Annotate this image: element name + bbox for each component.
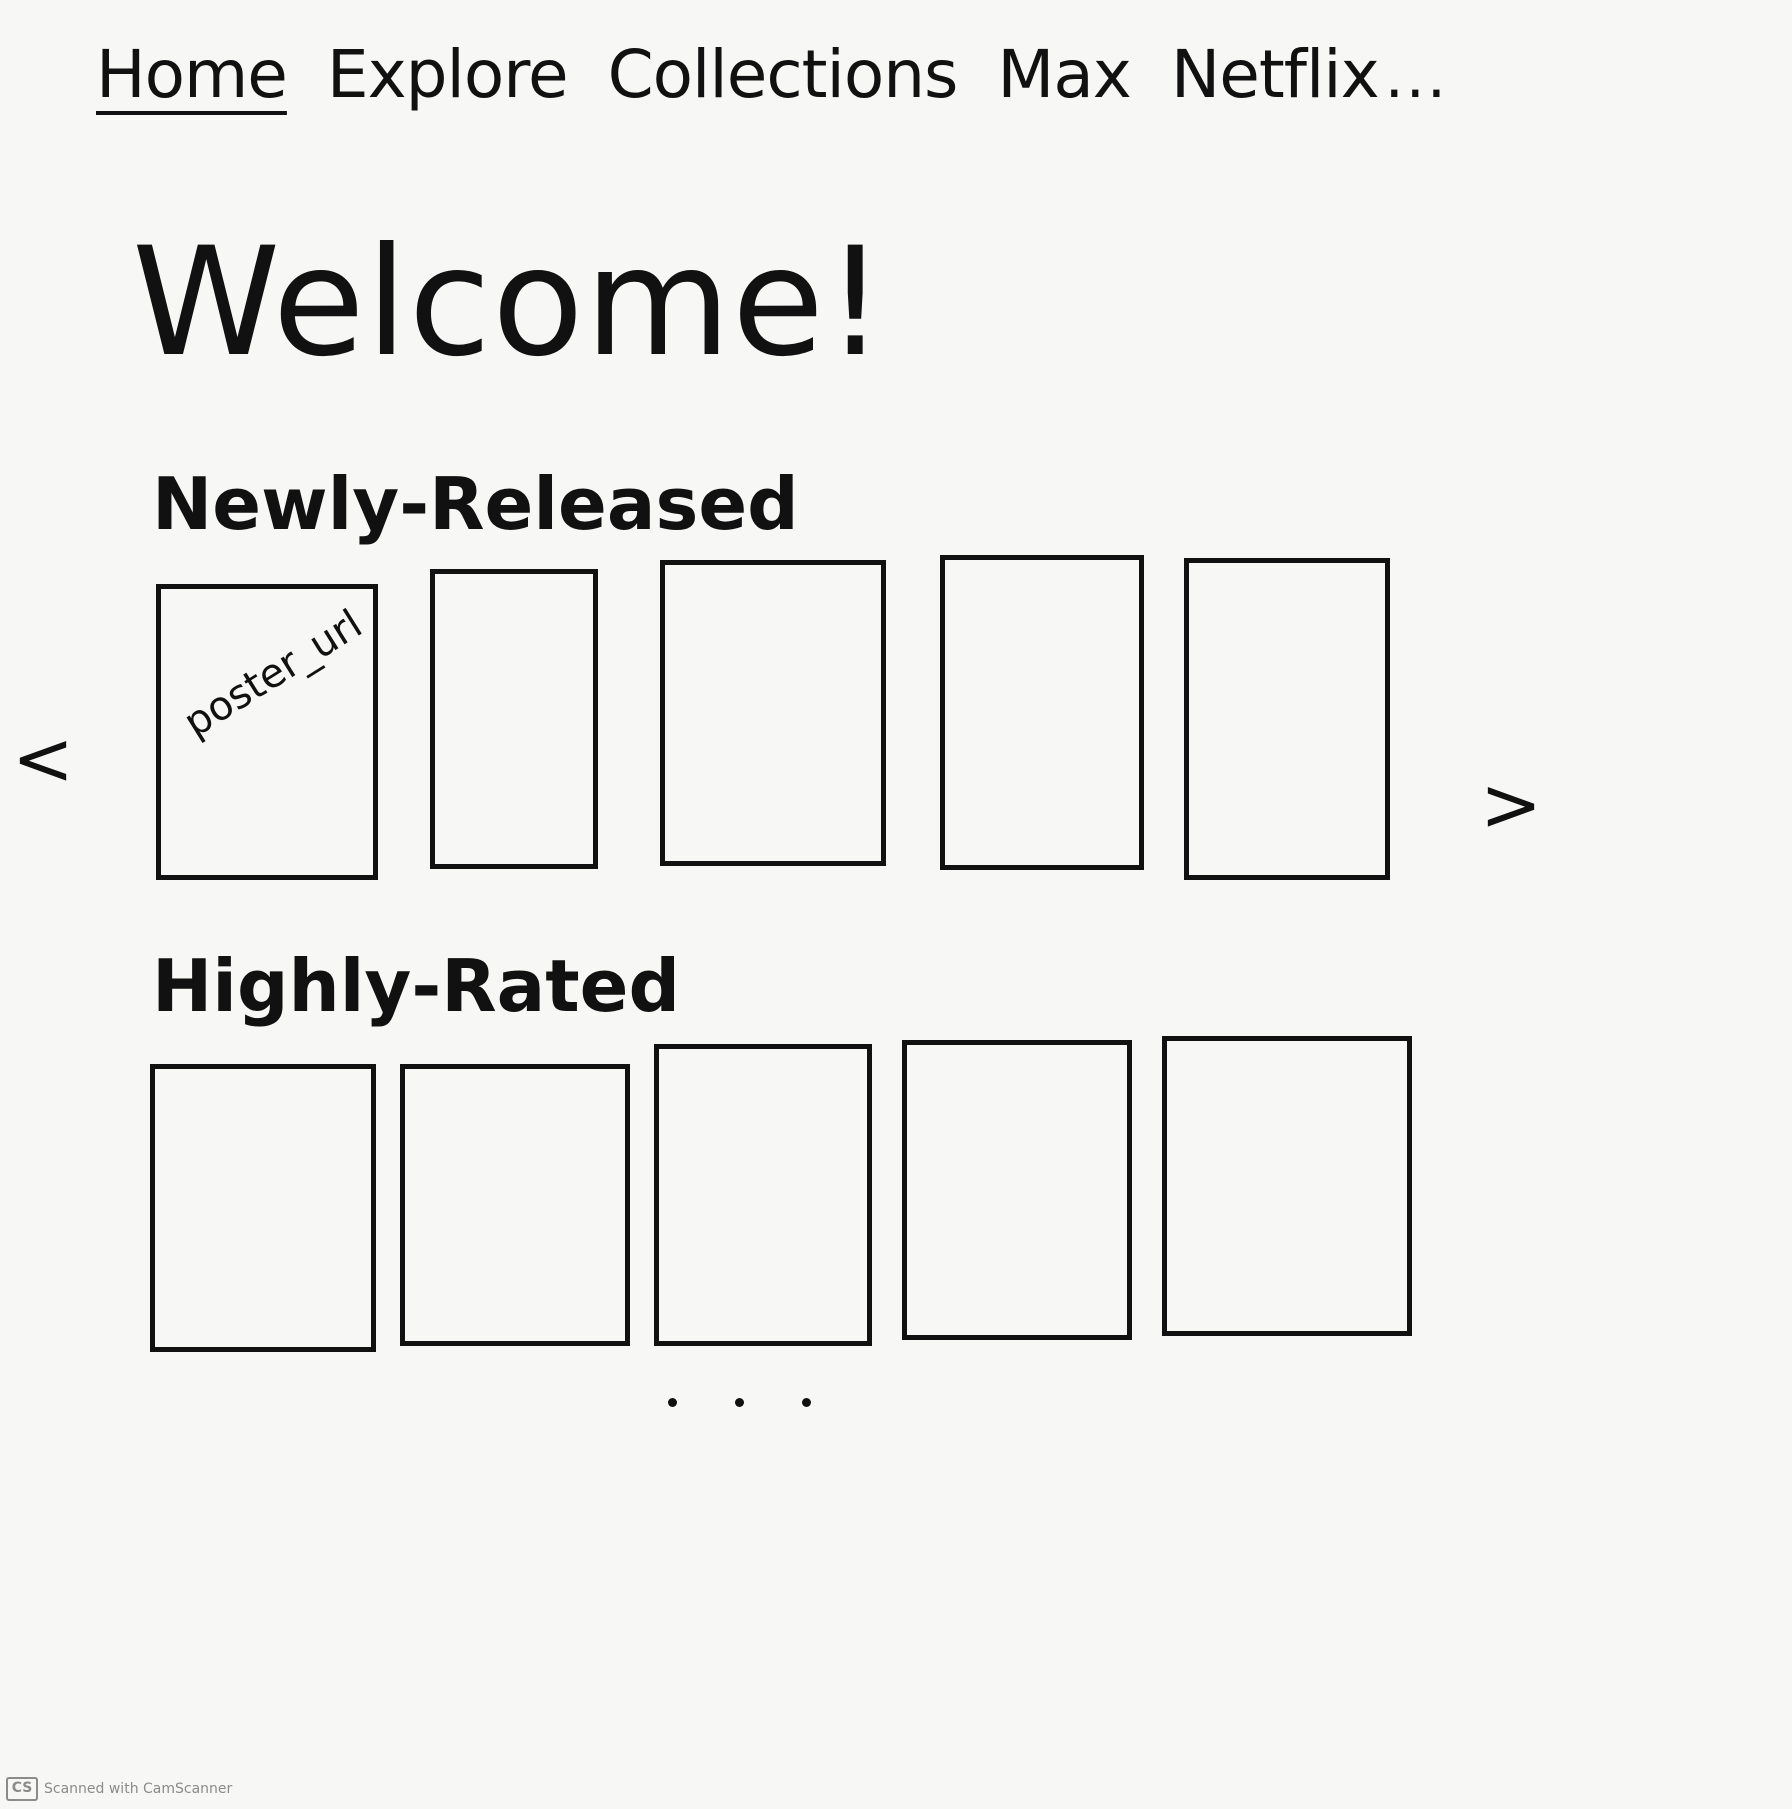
nav-collections[interactable]: Collections bbox=[608, 36, 959, 113]
ellipsis-dot bbox=[802, 1398, 811, 1407]
welcome-heading: Welcome! bbox=[132, 216, 887, 390]
poster-card[interactable] bbox=[430, 569, 598, 869]
poster-card[interactable] bbox=[150, 1064, 376, 1352]
poster-card[interactable] bbox=[1184, 558, 1390, 880]
poster-card[interactable] bbox=[400, 1064, 630, 1346]
poster-url-label: poster_url bbox=[175, 601, 371, 747]
poster-card[interactable]: poster_url bbox=[156, 584, 378, 880]
poster-card[interactable] bbox=[902, 1040, 1132, 1340]
more-sections-ellipsis bbox=[668, 1398, 811, 1407]
poster-card[interactable] bbox=[1162, 1036, 1412, 1336]
ellipsis-dot bbox=[668, 1398, 677, 1407]
nav-max[interactable]: Max bbox=[997, 36, 1131, 113]
nav-netflix[interactable]: Netflix bbox=[1171, 36, 1380, 113]
carousel-prev-arrow[interactable]: < bbox=[12, 722, 74, 796]
poster-card[interactable] bbox=[940, 555, 1144, 870]
scanner-watermark: CS Scanned with CamScanner bbox=[6, 1777, 232, 1801]
nav-home[interactable]: Home bbox=[96, 36, 288, 113]
camscanner-logo-icon: CS bbox=[6, 1777, 38, 1801]
section-title-highly-rated: Highly-Rated bbox=[152, 944, 681, 1028]
nav-explore[interactable]: Explore bbox=[327, 36, 569, 113]
ellipsis-dot bbox=[735, 1398, 744, 1407]
top-nav: Home Explore Collections Max Netflix ... bbox=[96, 36, 1448, 113]
carousel-next-arrow[interactable]: > bbox=[1480, 768, 1542, 842]
nav-more-ellipsis[interactable]: ... bbox=[1385, 42, 1448, 112]
section-title-newly-released: Newly-Released bbox=[152, 462, 799, 546]
poster-card[interactable] bbox=[660, 560, 886, 866]
poster-card[interactable] bbox=[654, 1044, 872, 1346]
watermark-text: Scanned with CamScanner bbox=[44, 1781, 233, 1797]
